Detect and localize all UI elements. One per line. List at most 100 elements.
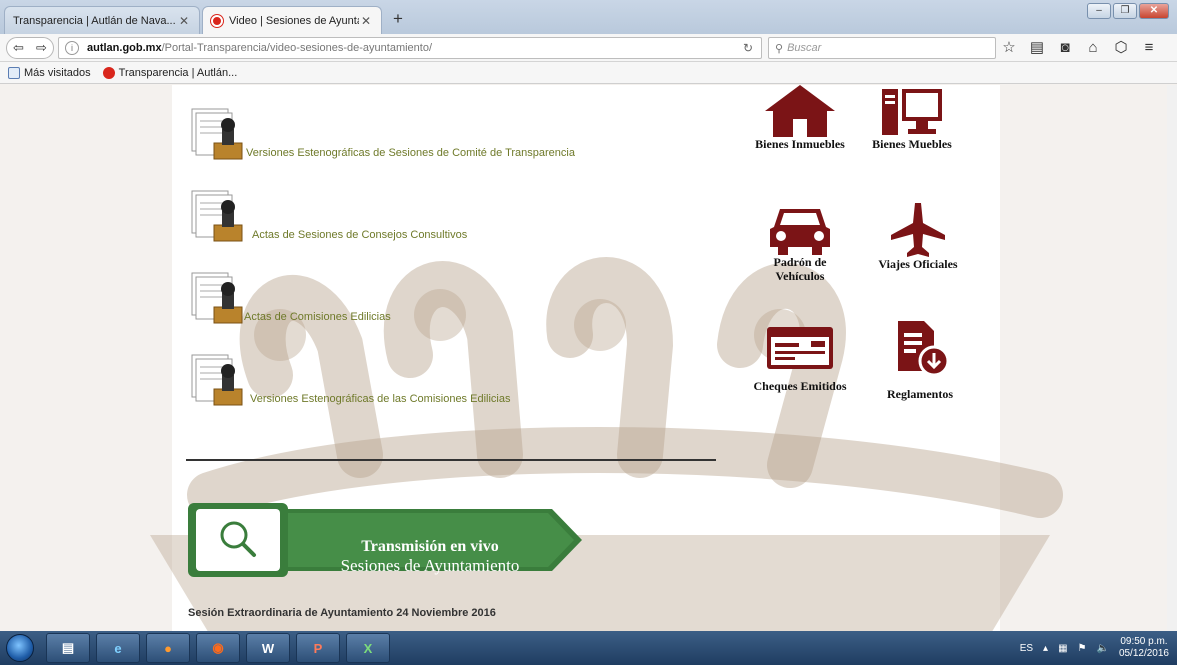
car-icon	[770, 209, 830, 255]
excel-icon: X	[363, 640, 373, 656]
volume-icon[interactable]: 🔈	[1096, 643, 1108, 654]
internet-explorer-icon: e	[114, 640, 122, 656]
word-icon: W	[261, 640, 275, 656]
live-stream-subtitle[interactable]: Sesiones de Ayuntamiento	[300, 556, 560, 576]
tile-padron-vehiculos[interactable]: Padrón de Vehículos	[750, 203, 850, 283]
bookmark-transparencia[interactable]: Transparencia | Autlán...	[102, 66, 238, 79]
clock-date: 05/12/2016	[1118, 648, 1169, 659]
url-bar[interactable]: i autlan.gob.mx /Portal-Transparencia/vi…	[58, 37, 762, 59]
most-visited-icon	[8, 66, 20, 79]
minimize-button[interactable]: –	[1087, 3, 1111, 19]
site-favicon-icon	[102, 66, 115, 79]
start-button[interactable]	[0, 631, 40, 665]
windows-taskbar: ▤ e ● ◉ W P X ES ▴ ▦ ⚑ 🔈 09:50 p.m. 05/1…	[0, 631, 1177, 665]
close-window-button[interactable]: ✕	[1139, 3, 1169, 19]
powerpoint-icon: P	[313, 640, 323, 656]
site-favicon-icon	[211, 14, 223, 27]
bookmark-most-visited[interactable]: Más visitados	[8, 66, 91, 79]
doc-link-comite-transparencia[interactable]: Versiones Estenográficas de Sesiones de …	[188, 107, 575, 161]
tile-cheques-emitidos[interactable]: Cheques Emitidos	[750, 323, 850, 393]
navigation-bar: ⇦ ⇨ i autlan.gob.mx /Portal-Transparenci…	[0, 34, 1177, 62]
media-player-icon: ◉	[212, 640, 224, 655]
menu-icon[interactable]: ≡	[1140, 38, 1158, 58]
bookmark-star-icon[interactable]: ☆	[1000, 38, 1018, 58]
window-controls: – ❐ ✕	[1087, 3, 1169, 19]
reading-list-icon[interactable]: ▤	[1028, 38, 1046, 58]
word-taskbar-button[interactable]: W	[246, 633, 290, 663]
airplane-icon	[891, 203, 945, 257]
tile-viajes-oficiales[interactable]: Viajes Oficiales	[868, 203, 968, 271]
explorer-taskbar-button[interactable]: ▤	[46, 633, 90, 663]
close-tab-icon[interactable]: ✕	[359, 14, 373, 28]
doc-label: Actas de Sesiones de Consejos Consultivo…	[252, 229, 468, 241]
url-domain: autlan.gob.mx	[87, 42, 162, 54]
folder-icon: ▤	[61, 640, 75, 655]
tile-label: Reglamentos	[887, 387, 953, 401]
tile-bienes-muebles[interactable]: Bienes Muebles	[862, 85, 962, 151]
computer-icon	[882, 89, 942, 135]
tab-transparencia[interactable]: Transparencia | Autlán de Nava... ✕	[4, 6, 200, 34]
url-path: /Portal-Transparencia/video-sesiones-de-…	[161, 42, 433, 54]
tile-label: Cheques Emitidos	[753, 379, 847, 393]
document-download-icon	[898, 321, 950, 377]
search-input[interactable]: ⚲ Buscar	[768, 37, 996, 59]
document-stamp-icon	[188, 271, 246, 325]
bookmark-label: Más visitados	[24, 66, 91, 79]
tab-label: Video | Sesiones de Ayunta...	[229, 14, 359, 27]
tile-bienes-inmuebles[interactable]: Bienes Inmuebles	[750, 85, 850, 151]
bookmark-label: Transparencia | Autlán...	[118, 66, 238, 79]
bookmarks-toolbar: Más visitados Transparencia | Autlán...	[0, 62, 1177, 84]
section-divider	[186, 459, 716, 461]
extension-icon[interactable]: ⬡	[1112, 38, 1130, 58]
firefox-icon: ●	[164, 640, 172, 656]
page-scrollbar[interactable]	[1167, 85, 1177, 631]
clock[interactable]: 09:50 p.m. 05/12/2016	[1119, 636, 1169, 660]
reload-icon[interactable]: ↻	[743, 41, 753, 55]
restore-button[interactable]: ❐	[1113, 3, 1137, 19]
doc-label: Versiones Estenográficas de Sesiones de …	[246, 147, 575, 159]
tile-label: Bienes Inmuebles	[755, 137, 845, 151]
search-icon: ⚲	[775, 42, 784, 55]
media-taskbar-button[interactable]: ◉	[196, 633, 240, 663]
system-tray: ES ▴ ▦ ⚑ 🔈 09:50 p.m. 05/12/2016	[1020, 631, 1169, 665]
doc-link-comisiones-edilicias[interactable]: Actas de Comisiones Edilicias	[188, 271, 391, 325]
firefox-taskbar-button[interactable]: ●	[146, 633, 190, 663]
clock-time: 09:50 p.m.	[1120, 636, 1168, 647]
new-tab-button[interactable]: +	[388, 9, 408, 29]
tab-video-sesiones[interactable]: Video | Sesiones de Ayunta... ✕	[202, 6, 382, 34]
windows-logo-icon	[6, 634, 34, 662]
close-tab-icon[interactable]: ✕	[177, 14, 191, 28]
powerpoint-taskbar-button[interactable]: P	[296, 633, 340, 663]
network-icon[interactable]: ▦	[1058, 643, 1067, 654]
doc-label: Actas de Comisiones Edilicias	[244, 311, 391, 323]
title-bar: Transparencia | Autlán de Nava... ✕ Vide…	[0, 0, 1177, 34]
excel-taskbar-button[interactable]: X	[346, 633, 390, 663]
page-viewport: Versiones Estenográficas de Sesiones de …	[0, 85, 1177, 631]
session-title: Sesión Extraordinaria de Ayuntamiento 24…	[188, 607, 496, 619]
tile-label: Padrón de Vehículos	[773, 255, 827, 283]
back-icon[interactable]: ⇦	[13, 40, 24, 56]
toolbar-icons: ☆ ▤ ◙ ⌂ ⬡ ≡	[1000, 38, 1158, 58]
pocket-icon[interactable]: ◙	[1056, 38, 1074, 58]
tile-label: Bienes Muebles	[872, 137, 952, 151]
doc-label: Versiones Estenográficas de las Comision…	[250, 393, 511, 405]
tile-label: Viajes Oficiales	[878, 257, 958, 271]
search-placeholder: Buscar	[787, 42, 822, 54]
check-icon	[767, 327, 833, 369]
live-stream-title[interactable]: Transmisión en vivo	[300, 538, 560, 556]
action-center-flag-icon[interactable]: ⚑	[1078, 643, 1087, 654]
tab-label: Transparencia | Autlán de Nava...	[13, 14, 176, 27]
doc-link-consejos-consultivos[interactable]: Actas de Sesiones de Consejos Consultivo…	[188, 189, 467, 243]
back-forward-buttons: ⇦ ⇨	[6, 37, 54, 59]
forward-icon[interactable]: ⇨	[36, 40, 47, 56]
tile-reglamentos[interactable]: Reglamentos	[870, 321, 970, 401]
ie-taskbar-button[interactable]: e	[96, 633, 140, 663]
home-icon[interactable]: ⌂	[1084, 38, 1102, 58]
show-hidden-icons-icon[interactable]: ▴	[1043, 643, 1048, 654]
house-icon	[765, 85, 835, 137]
site-info-icon[interactable]: i	[65, 41, 79, 55]
document-stamp-icon	[188, 107, 246, 161]
language-indicator[interactable]: ES	[1020, 643, 1033, 654]
doc-link-versiones-comisiones[interactable]: Versiones Estenográficas de las Comision…	[188, 353, 510, 407]
document-stamp-icon	[188, 189, 246, 243]
